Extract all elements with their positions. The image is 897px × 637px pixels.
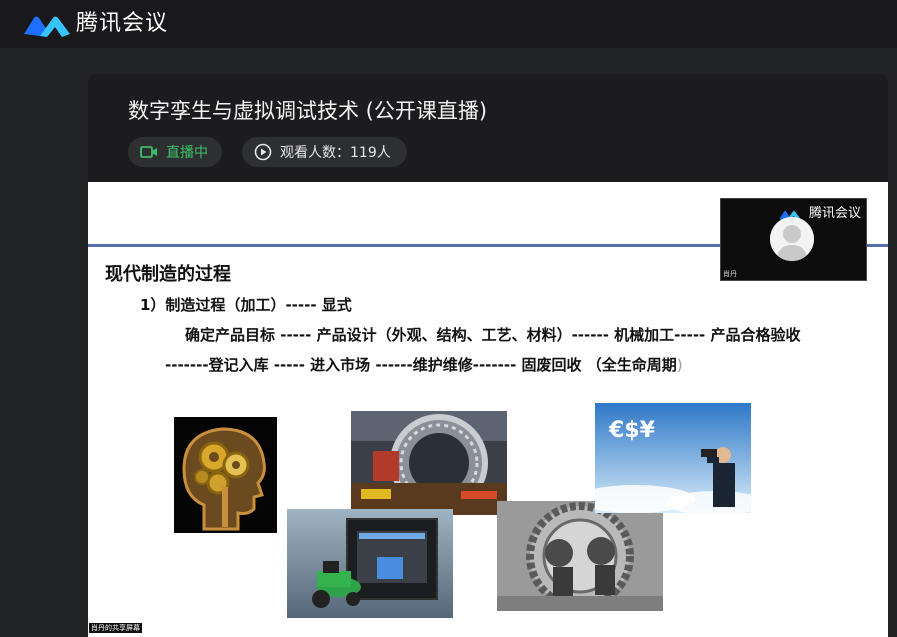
viewer-count-label: 观看人数：119人: [280, 145, 391, 161]
workers-in-gear-image: [497, 501, 663, 611]
businessman-binoculars-image: €$¥: [595, 403, 751, 513]
live-status-badge: 直播中: [128, 137, 222, 167]
slide-text-line-2-main: -------登记入库 ----- 进入市场 ------维护维修-------…: [165, 356, 677, 374]
play-circle-icon: [254, 143, 272, 161]
currency-symbols: €$¥: [608, 418, 656, 443]
viewer-count-badge: 观看人数：119人: [242, 137, 407, 167]
live-title: 数字孪生与虚拟调试技术 (公开课直播): [128, 99, 488, 123]
gears-in-head-image: [174, 417, 277, 533]
3d-printer-image: [287, 509, 453, 618]
user-avatar-icon: [770, 217, 814, 261]
slide-text-line-2-tail: ): [676, 356, 683, 374]
slide-heading: 现代制造的过程: [105, 264, 231, 285]
participant-name: 肖丹: [723, 270, 737, 278]
screen-share-label: 肖丹的共享屏幕: [89, 623, 142, 633]
large-machinery-image: [351, 411, 507, 515]
slide-text-line-2: -------登记入库 ----- 进入市场 ------维护维修-------…: [165, 354, 683, 375]
camera-brand-label: 腾讯会议: [809, 206, 862, 221]
shared-screen[interactable]: 现代制造的过程 1）制造过程（加工）----- 显式 确定产品目标 ----- …: [88, 182, 888, 637]
tencent-meeting-logo-icon: [24, 16, 70, 37]
app-title: 腾讯会议: [76, 11, 169, 36]
slide-subheading: 1）制造过程（加工）----- 显式: [140, 296, 352, 314]
video-camera-icon: [140, 146, 157, 158]
title-bar: 腾讯会议: [0, 0, 897, 48]
live-stream-panel: 数字孪生与虚拟调试技术 (公开课直播) 直播中 观看人数：119人 现代制造的过…: [88, 74, 888, 637]
live-status-label: 直播中: [166, 145, 208, 161]
slide-text-line-1: 确定产品目标 ----- 产品设计（外观、结构、工艺、材料）------ 机械加…: [185, 326, 801, 344]
presenter-camera[interactable]: 腾讯会议 肖丹: [720, 198, 867, 281]
